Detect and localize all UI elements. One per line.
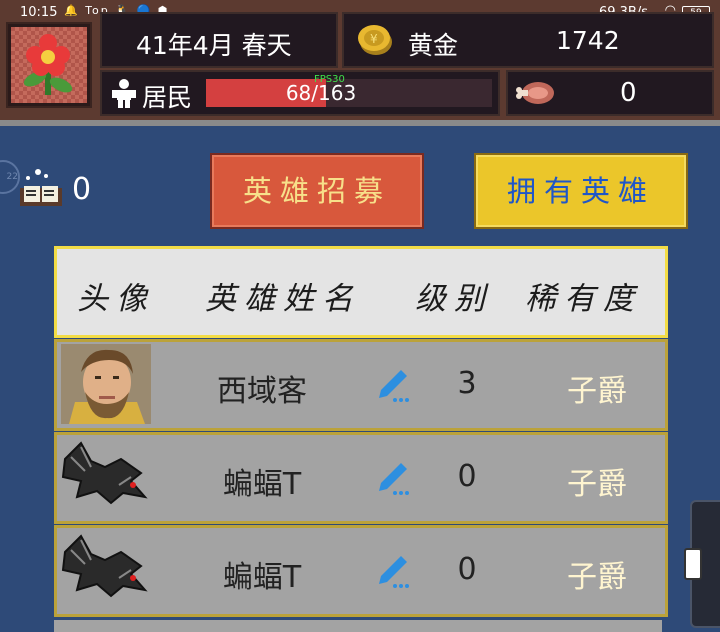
spellbook-icon[interactable] bbox=[16, 164, 66, 212]
hero-rarity: 子爵 bbox=[567, 560, 627, 595]
header-rarity: 稀有度 bbox=[525, 281, 642, 317]
book-count: 0 bbox=[72, 172, 92, 207]
hero-rarity: 子爵 bbox=[567, 374, 627, 409]
date-panel: 41年4月 春天 bbox=[100, 12, 338, 68]
bat-portrait bbox=[61, 534, 148, 598]
edit-pencil-icon[interactable] bbox=[373, 457, 413, 497]
gold-panel: ¥ 黄金 1742 bbox=[342, 12, 714, 68]
game-date: 41年4月 春天 bbox=[136, 31, 292, 60]
edit-pencil-icon[interactable] bbox=[373, 550, 413, 590]
hero-name: 西域客 bbox=[217, 374, 307, 409]
residents-bar: 68/163 bbox=[206, 79, 492, 107]
meat-value: 0 bbox=[620, 78, 637, 108]
hero-table-header: 头像 英雄姓名 级别 稀有度 bbox=[54, 246, 668, 338]
next-row-edge bbox=[54, 620, 662, 632]
hero-name: 蝙蝠T bbox=[222, 467, 302, 502]
header-divider bbox=[0, 120, 720, 126]
gold-label: 黄金 bbox=[408, 31, 459, 60]
person-icon bbox=[112, 79, 136, 108]
fps-counter: FPS30 bbox=[314, 74, 345, 85]
hero-level: 3 bbox=[457, 366, 477, 401]
edit-pencil-icon[interactable] bbox=[373, 364, 413, 404]
hero-level: 0 bbox=[457, 459, 477, 494]
bat-portrait bbox=[61, 441, 148, 505]
hero-row[interactable]: 西域客 3 子爵 bbox=[54, 339, 668, 431]
hero-name: 蝙蝠T bbox=[222, 560, 302, 595]
flower-icon bbox=[23, 34, 73, 95]
bearded-man-portrait bbox=[61, 344, 151, 424]
hero-rarity: 子爵 bbox=[567, 467, 627, 502]
header-level: 级别 bbox=[415, 281, 493, 317]
residents-panel: 居民 68/163 bbox=[100, 70, 500, 116]
chevron-left-icon bbox=[684, 548, 702, 580]
owned-heroes-button[interactable]: 拥有英雄 bbox=[474, 153, 688, 229]
meat-icon bbox=[516, 82, 554, 104]
side-drawer-handle[interactable] bbox=[684, 500, 720, 628]
hero-row[interactable]: 蝙蝠T 0 子爵 bbox=[54, 525, 668, 617]
header-portrait: 头像 bbox=[77, 281, 155, 317]
avatar-background bbox=[11, 27, 87, 103]
hero-level: 0 bbox=[457, 552, 477, 587]
svg-text:¥: ¥ bbox=[370, 32, 378, 46]
gold-coin-icon: ¥ bbox=[358, 25, 392, 55]
status-time: 10:15 bbox=[20, 5, 58, 20]
hero-row[interactable]: 蝙蝠T 0 子爵 bbox=[54, 432, 668, 524]
meat-panel: 0 bbox=[506, 70, 714, 116]
residents-label: 居民 bbox=[142, 83, 193, 112]
gold-value: 1742 bbox=[556, 26, 620, 55]
hero-recruit-button[interactable]: 英雄招募 bbox=[210, 153, 424, 229]
header-hero-name: 英雄姓名 bbox=[205, 281, 361, 317]
player-avatar[interactable] bbox=[6, 22, 92, 108]
